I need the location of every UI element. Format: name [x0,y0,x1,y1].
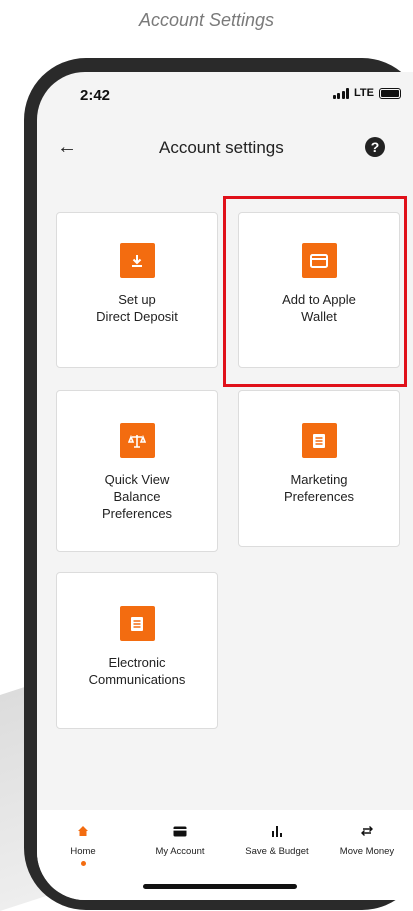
card-label: Electronic Communications [88,655,186,687]
nav-label: Save & Budget [245,846,309,857]
active-indicator [80,861,86,866]
scale-icon [119,423,155,458]
page-title: Account settings [159,138,284,157]
signal-icon [332,87,350,99]
status-icons: LTE [332,87,401,99]
card-label: Marketing Preferences [283,472,355,504]
app-header: ← Account settings ? [37,132,413,162]
back-arrow-icon[interactable]: ← [57,136,77,159]
card-label: Quick View Balance Preferences [101,472,173,521]
home-icon [43,822,123,840]
nav-my-account[interactable]: My Account [140,822,220,857]
document-icon [301,423,337,458]
transfer-icon [327,822,407,840]
card-electronic-communications[interactable]: Electronic Communications [56,572,218,729]
highlight-box [223,196,407,387]
page-caption: Account Settings [138,10,275,30]
status-time: 2:42 [80,87,111,104]
phone-screen: 2:42 LTE ← Account settings ? Set up Dir… [37,72,413,900]
nav-label: Home [70,846,96,857]
nav-home[interactable]: Home [43,822,123,866]
network-label: LTE [354,87,374,99]
battery-icon [379,87,401,99]
card-direct-deposit[interactable]: Set up Direct Deposit [56,212,218,368]
card-marketing-preferences[interactable]: Marketing Preferences [238,390,400,547]
nav-move-money[interactable]: Move Money [327,822,407,857]
home-indicator [143,884,297,889]
card-icon [140,822,220,840]
help-icon[interactable]: ? [365,137,385,157]
card-quick-view-balance[interactable]: Quick View Balance Preferences [56,390,218,552]
nav-label: Move Money [339,846,395,857]
download-icon [119,243,155,278]
card-label: Set up Direct Deposit [96,292,178,324]
bar-chart-icon [237,822,317,840]
document-icon [119,606,155,641]
nav-save-budget[interactable]: Save & Budget [237,822,317,857]
nav-label: My Account [155,846,205,857]
